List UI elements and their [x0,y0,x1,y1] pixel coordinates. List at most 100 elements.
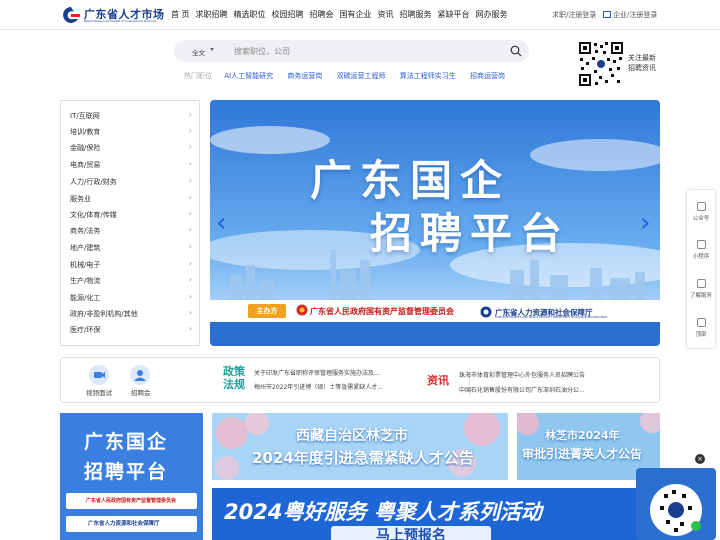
category-label: 文化/体育/传媒 [70,211,117,219]
service-icon [696,279,706,288]
category-item[interactable]: 电商/贸易 › [70,159,198,172]
promo-title-line2: 招聘平台 [84,461,169,483]
category-item[interactable]: 机械/电子 › [70,259,198,272]
chevron-right-icon: › [188,110,192,119]
category-item[interactable]: 服务业 › [70,193,198,206]
search-bar: 全文 [174,40,529,62]
chevron-right-icon: › [188,225,192,234]
promo-soe-platform[interactable]: 广东国企 招聘平台 广东省人民政府国有资产监督管理委员会 广东省人力资源和社会保… [60,413,203,540]
job-seeker-login-link[interactable]: 求职/注册登录 [552,10,596,20]
sidebar-label: 顶部 [695,332,707,338]
category-item[interactable]: 商务/法务 › [70,225,198,238]
hot-job-link[interactable]: 招商运营岗 [470,72,505,80]
video-interview-icon[interactable] [89,365,109,385]
chevron-right-icon: › [188,142,192,151]
category-item[interactable]: 培训/教育 › [70,126,198,139]
category-item[interactable]: 地产/建筑 › [70,242,198,255]
promo-title-line2: 审批引进菁英人才公告 [522,447,643,461]
hrss-emblem-icon [480,306,492,318]
top-header: 广东省人才市场 Talent Resources Market of Guang… [0,0,720,30]
carousel-next-arrow-icon[interactable]: › [640,210,650,236]
job-fair-label[interactable]: 招聘会 [131,387,151,397]
promo-host-sasac: 广东省人民政府国有资产监督管理委员会 [66,493,197,509]
category-label: 服务业 [70,195,91,203]
chevron-right-icon: › [188,176,192,185]
category-item[interactable]: 医疗/环保 › [70,324,198,337]
hot-job-link[interactable]: 商务运营岗 [287,72,322,80]
pre-register-button[interactable]: 马上预报名 [331,526,491,540]
job-fair-icon[interactable] [130,365,150,385]
search-icon[interactable] [510,45,522,57]
chevron-right-icon: › [188,324,192,333]
category-item[interactable]: 金融/保险 › [70,142,198,155]
nav-state-owned[interactable]: 国有企业 [340,9,372,20]
search-scope-dropdown[interactable]: 全文 [192,47,214,57]
hero-carousel[interactable]: 广东国企 招聘平台 主办方 广东省人民政府国有资产监督管理委员会 广东省人力资源… [210,100,660,346]
host-tag: 主办方 [248,304,286,318]
wechat-icon [696,202,706,211]
hot-job-link[interactable]: 算法工程师实习生 [400,72,456,80]
sidebar-learn-service[interactable]: 了解服务 [687,279,715,299]
chevron-right-icon: › [188,126,192,135]
promo-title-line1: 林芝市2024年 [545,429,620,442]
chevron-right-icon: › [188,308,192,317]
floating-sidebar: 公众号 小程序 了解服务 顶部 [686,189,716,349]
nav-home[interactable]: 首 页 [171,9,190,20]
nav-online-service[interactable]: 网办服务 [476,9,508,20]
category-label: 电商/贸易 [70,161,101,169]
hot-jobs-label: 热门职位 [184,72,212,80]
category-item[interactable]: 人力/行政/财务 › [70,176,198,189]
policy-heading-line2: 法规 [223,378,245,391]
nav-shortage-platform[interactable]: 紧缺平台 [438,9,470,20]
nav-job-seeking[interactable]: 求职招聘 [196,9,228,20]
promo-title-line2: 2024年度引进急需紧缺人才公告 [252,449,474,467]
host-sasac: 广东省人民政府国有资产监督管理委员会 [310,307,454,316]
search-input[interactable] [234,43,494,59]
policy-news-link[interactable]: 关于印发广东省职称评审管理服务实施办法及... [254,368,380,377]
category-label: 商务/法务 [70,227,101,235]
chevron-right-icon: › [188,209,192,218]
nav-recruit-service[interactable]: 招聘服务 [400,9,432,20]
category-label: 人力/行政/财务 [70,178,117,186]
nav-job-fair[interactable]: 招聘会 [310,9,334,20]
sidebar-mini-program[interactable]: 小程序 [687,240,715,260]
sidebar-label: 公众号 [692,216,710,222]
category-item[interactable]: 能源/化工 › [70,292,198,305]
category-label: IT/互联网 [70,112,100,120]
close-float-icon[interactable]: × [695,454,705,464]
industry-category-list: IT/互联网 › 培训/教育 › 金融/保险 › 电商/贸易 › 人力/行政/财务 › 服… [60,100,200,346]
policy-news-link[interactable]: 梅州市2022年引进博（硕）士等急需紧缺人才... [254,382,383,391]
promo-title-line1: 西藏自治区林芝市 [296,428,408,444]
company-login-label: 企业/注册登录 [613,11,658,19]
category-label: 培训/教育 [70,128,101,136]
nav-campus[interactable]: 校园招聘 [272,9,304,20]
floating-miniprogram-qr[interactable] [636,458,716,540]
promo-nyingchi-talent[interactable]: 西藏自治区林芝市 2024年度引进急需紧缺人才公告 [212,413,508,480]
site-logo[interactable]: 广东省人才市场 Talent Resources Market of Guang… [60,5,170,25]
category-item[interactable]: IT/互联网 › [70,110,198,123]
news-link[interactable]: 珠海市体育彩票管理中心外包服务人员招聘公告 [459,370,585,379]
category-label: 政府/非盈利机构/其他 [70,310,138,318]
category-item[interactable]: 生产/物流 › [70,275,198,288]
nav-featured-jobs[interactable]: 精选职位 [234,9,266,20]
category-label: 金融/保险 [70,144,101,152]
sidebar-back-to-top[interactable]: 顶部 [687,318,715,338]
hot-job-link[interactable]: AI人工智能研究 [224,72,273,80]
nav-news[interactable]: 资讯 [378,9,394,20]
video-interview-label[interactable]: 视频面试 [86,387,112,397]
promo-host-hrss: 广东省人力资源和社会保障厅 [66,516,197,532]
building-icon [603,11,611,18]
news-link[interactable]: 中国石化销售股份有限公司广东深圳石油分公... [459,385,585,394]
sidebar-label: 了解服务 [689,293,712,299]
category-item[interactable]: 文化/体育/传媒 › [70,209,198,222]
company-login-link[interactable]: 企业/注册登录 [603,10,657,20]
category-item[interactable]: 政府/非盈利机构/其他 › [70,308,198,321]
hot-jobs: 热门职位 AI人工智能研究 商务运营岗 双碳运营工程师 算法工程师实习生 招商运… [184,71,517,81]
main-nav: 首 页 求职招聘 精选职位 校园招聘 招聘会 国有企业 资讯 招聘服务 紧缺平台… [171,9,514,20]
promo-guangdong-service[interactable]: 2024粤好服务 粤聚人才系列活动 马上预报名 [212,488,660,540]
logo-mark-icon [63,7,80,23]
category-label: 机械/电子 [70,261,101,269]
sidebar-official-account[interactable]: 公众号 [687,202,715,222]
hot-job-link[interactable]: 双碳运营工程师 [337,72,386,80]
carousel-prev-arrow-icon[interactable]: ‹ [216,210,226,236]
